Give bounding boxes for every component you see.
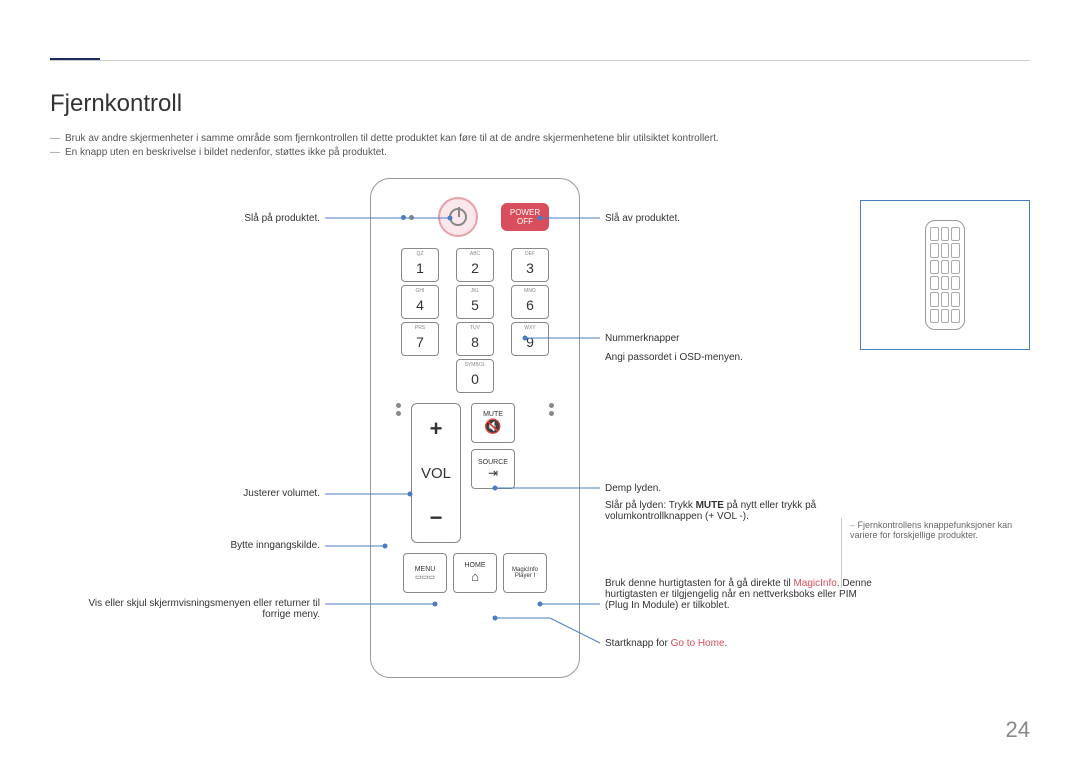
volume-up-icon: + bbox=[430, 416, 443, 442]
home-icon: ⌂ bbox=[471, 569, 479, 584]
key-6: MNO6 bbox=[511, 285, 549, 319]
label-home: Startknapp for Go to Home. bbox=[605, 638, 875, 649]
key-5: JKL5 bbox=[456, 285, 494, 319]
mute-button: MUTE 🔇 bbox=[471, 403, 515, 443]
magicinfo-button: MagicInfo Player I bbox=[503, 553, 547, 593]
volume-down-icon: − bbox=[430, 505, 443, 531]
label-mute: Demp lyden. Slår på lyden: Trykk MUTE på… bbox=[605, 483, 875, 522]
key-4: GHI4 bbox=[401, 285, 439, 319]
menu-button: MENU ▭▭▭ bbox=[403, 553, 447, 593]
label-source: Bytte inngangskilde. bbox=[80, 540, 320, 551]
source-icon: ⇥ bbox=[488, 466, 498, 480]
power-off-button: POWER OFF bbox=[501, 203, 549, 231]
label-number: Nummerknapper Angi passordet i OSD-menye… bbox=[605, 333, 875, 363]
page-number: 24 bbox=[1006, 717, 1030, 743]
label-magicinfo: Bruk denne hurtigtasten for å gå direkte… bbox=[605, 578, 875, 611]
power-on-button bbox=[438, 197, 478, 237]
page-title: Fjernkontroll bbox=[50, 90, 1030, 118]
divider bbox=[841, 518, 842, 588]
label-power-off: Slå av produktet. bbox=[605, 213, 875, 224]
home-button: HOME ⌂ bbox=[453, 553, 497, 593]
menu-icon: ▭▭▭ bbox=[415, 573, 435, 581]
remote-control: POWER OFF QZ1 ABC2 DEF3 GHI4 JKL5 MNO6 P… bbox=[370, 178, 580, 678]
key-0: SYMBOL0 bbox=[456, 359, 494, 393]
key-2: ABC2 bbox=[456, 248, 494, 282]
side-note: – Fjernkontrollens knappefunksjoner kan … bbox=[850, 520, 1030, 540]
volume-rocker: + VOL − bbox=[411, 403, 461, 543]
key-1: QZ1 bbox=[401, 248, 439, 282]
note-1: ―Bruk av andre skjermenheter i samme omr… bbox=[50, 133, 1030, 144]
mute-icon: 🔇 bbox=[484, 418, 501, 435]
key-8: TUV8 bbox=[456, 322, 494, 356]
source-button: SOURCE ⇥ bbox=[471, 449, 515, 489]
key-9: WXY9 bbox=[511, 322, 549, 356]
thumbnail-box bbox=[860, 200, 1030, 350]
header-line bbox=[50, 60, 1030, 61]
key-3: DEF3 bbox=[511, 248, 549, 282]
label-volume: Justerer volumet. bbox=[80, 488, 320, 499]
label-menu: Vis eller skjul skjermvisningsmenyen ell… bbox=[80, 598, 320, 620]
key-7: PRS7 bbox=[401, 322, 439, 356]
note-2: ―En knapp uten en beskrivelse i bildet n… bbox=[50, 147, 1030, 158]
power-icon bbox=[449, 208, 467, 226]
label-power-on: Slå på produktet. bbox=[80, 213, 320, 224]
thumbnail-remote-icon bbox=[925, 220, 965, 330]
